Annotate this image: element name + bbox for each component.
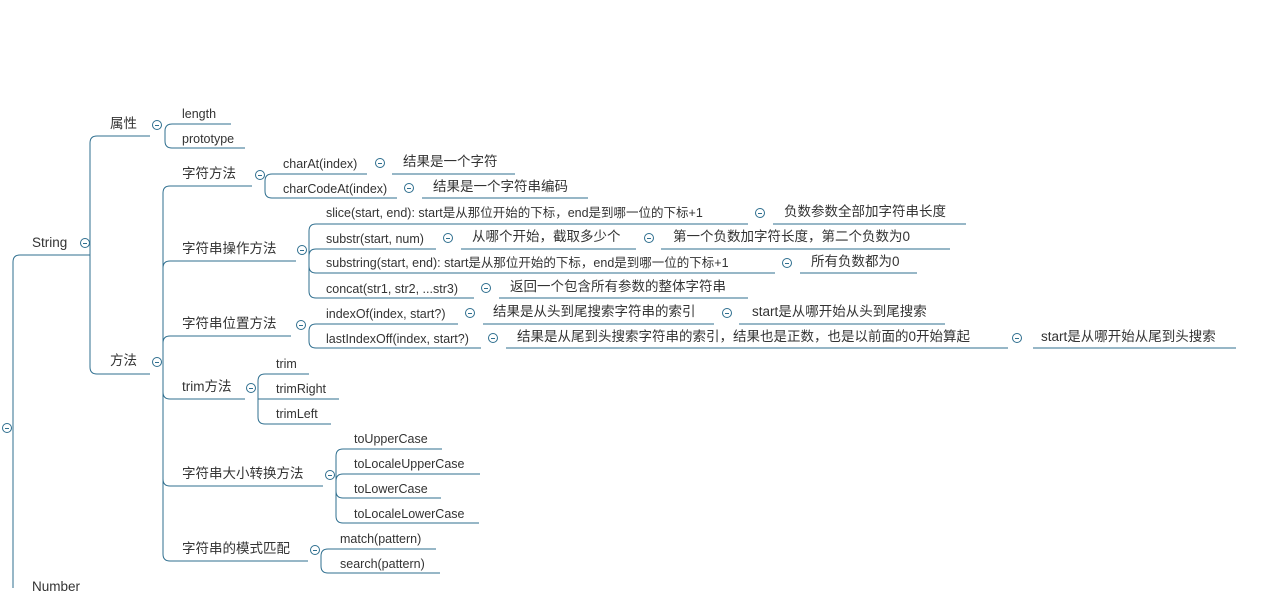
lastindexof-collapse-icon[interactable] bbox=[488, 333, 498, 343]
note-substr-2: 第一个负数加字符长度，第二个负数为0 bbox=[673, 229, 911, 244]
note-charcodeat: 结果是一个字符串编码 bbox=[433, 179, 568, 194]
node-concat[interactable]: concat(str1, str2, ...str3) bbox=[326, 281, 458, 297]
node-prototype[interactable]: prototype bbox=[182, 131, 234, 147]
case-methods-collapse-icon[interactable] bbox=[325, 470, 335, 480]
node-tolowercase[interactable]: toLowerCase bbox=[354, 481, 428, 497]
node-tolocalelowercase[interactable]: toLocaleLowerCase bbox=[354, 506, 465, 522]
connector-string-attributes bbox=[89, 135, 150, 255]
note-indexof-2: start是从哪开始从头到尾搜索 bbox=[752, 304, 927, 319]
node-number[interactable]: Number bbox=[32, 579, 80, 595]
node-case-methods[interactable]: 字符串大小转换方法 bbox=[182, 466, 304, 482]
node-trim[interactable]: trim bbox=[276, 356, 297, 372]
node-trim-methods[interactable]: trim方法 bbox=[182, 379, 232, 395]
node-search[interactable]: search(pattern) bbox=[340, 556, 425, 572]
node-substring[interactable]: substring(start, end): start是从那位开始的下标，en… bbox=[326, 255, 729, 271]
string-ops-collapse-icon[interactable] bbox=[297, 245, 307, 255]
node-position-methods[interactable]: 字符串位置方法 bbox=[182, 316, 277, 332]
string-collapse-icon[interactable] bbox=[80, 238, 90, 248]
position-methods-collapse-icon[interactable] bbox=[296, 320, 306, 330]
slice-collapse-icon[interactable] bbox=[755, 208, 765, 218]
substring-collapse-icon[interactable] bbox=[782, 258, 792, 268]
root-collapse-icon[interactable] bbox=[2, 423, 12, 433]
note-lastindexof-2: start是从哪开始从尾到头搜索 bbox=[1041, 329, 1216, 344]
node-substr[interactable]: substr(start, num) bbox=[326, 231, 424, 247]
note-concat: 返回一个包含所有参数的整体字符串 bbox=[510, 279, 726, 294]
note-substring: 所有负数都为0 bbox=[811, 254, 900, 269]
node-charat[interactable]: charAt(index) bbox=[283, 156, 357, 172]
node-indexof[interactable]: indexOf(index, start?) bbox=[326, 306, 446, 322]
substr-note-collapse-icon[interactable] bbox=[644, 233, 654, 243]
charat-collapse-icon[interactable] bbox=[375, 158, 385, 168]
note-lastindexof-1: 结果是从尾到头搜索字符串的索引，结果也是正数，也是以前面的0开始算起 bbox=[517, 329, 971, 344]
node-charcodeat[interactable]: charCodeAt(index) bbox=[283, 181, 387, 197]
pattern-methods-collapse-icon[interactable] bbox=[310, 545, 320, 555]
node-string[interactable]: String bbox=[32, 235, 67, 251]
node-string-ops[interactable]: 字符串操作方法 bbox=[182, 241, 277, 257]
methods-collapse-icon[interactable] bbox=[152, 357, 162, 367]
concat-collapse-icon[interactable] bbox=[481, 283, 491, 293]
node-tolocaleuppercase[interactable]: toLocaleUpperCase bbox=[354, 456, 465, 472]
note-indexof-1: 结果是从头到尾搜索字符串的索引 bbox=[493, 304, 696, 319]
node-length[interactable]: length bbox=[182, 106, 216, 122]
node-pattern-methods[interactable]: 字符串的模式匹配 bbox=[182, 541, 290, 557]
node-touppercase[interactable]: toUpperCase bbox=[354, 431, 428, 447]
substr-collapse-icon[interactable] bbox=[443, 233, 453, 243]
node-char-methods[interactable]: 字符方法 bbox=[182, 166, 236, 182]
node-trimleft[interactable]: trimLeft bbox=[276, 406, 318, 422]
indexof-note-collapse-icon[interactable] bbox=[722, 308, 732, 318]
lastindexof-note-collapse-icon[interactable] bbox=[1012, 333, 1022, 343]
connector-root-string bbox=[12, 254, 90, 428]
indexof-collapse-icon[interactable] bbox=[465, 308, 475, 318]
node-attributes[interactable]: 属性 bbox=[110, 116, 137, 132]
node-trimright[interactable]: trimRight bbox=[276, 381, 326, 397]
char-methods-collapse-icon[interactable] bbox=[255, 170, 265, 180]
node-lastindexof[interactable]: lastIndexOff(index, start?) bbox=[326, 331, 469, 347]
trim-methods-collapse-icon[interactable] bbox=[246, 383, 256, 393]
node-match[interactable]: match(pattern) bbox=[340, 531, 421, 547]
connector-methods-position bbox=[162, 335, 291, 374]
connector-methods-char bbox=[162, 185, 252, 374]
attributes-collapse-icon[interactable] bbox=[152, 120, 162, 130]
note-slice: 负数参数全部加字符串长度 bbox=[784, 204, 946, 219]
node-methods[interactable]: 方法 bbox=[110, 353, 137, 369]
charcodeat-collapse-icon[interactable] bbox=[404, 183, 414, 193]
node-slice[interactable]: slice(start, end): start是从那位开始的下标，end是到哪… bbox=[326, 205, 703, 221]
note-substr-1: 从哪个开始，截取多少个 bbox=[472, 229, 621, 244]
note-charat: 结果是一个字符 bbox=[403, 154, 498, 169]
